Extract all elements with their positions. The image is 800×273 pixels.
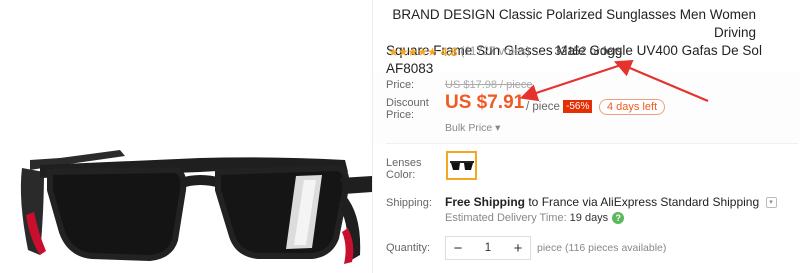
quantity-label: Quantity: [386,242,431,254]
shipping-method[interactable]: Free Shipping to France via AliExpress S… [445,195,777,209]
product-image-panel [0,0,372,273]
price-area: Price: US $17.98 / piece Discount Price:… [373,73,800,143]
quantity-increase-button[interactable]: + [506,240,530,257]
quantity-decrease-button[interactable]: − [446,240,470,257]
days-left-badge: 4 days left [599,99,666,115]
discount-label-line1: Discount [386,97,429,109]
discount-price: US $7.91 [445,92,525,113]
discount-price-label: Discount Price: [386,97,429,121]
lenses-label-line2: Color: [386,169,416,181]
free-shipping-text: Free Shipping [445,195,526,209]
price-label: Price: [386,79,415,91]
rating-votes[interactable]: (11727 votes) [460,46,529,58]
rating-row: ★★★★★ 4.8 (11727 votes) ⌄ 32152 orders [388,45,622,59]
quantity-stepper: − 1 + [445,236,531,260]
rating-score: 4.8 [440,45,458,59]
product-title: BRAND DESIGN Classic Polarized Sunglasse… [386,6,796,78]
lenses-label-line1: Lenses [386,157,422,169]
help-icon[interactable]: ? [612,212,625,224]
quantity-input[interactable]: 1 [470,242,506,254]
rating-stars-icon: ★★★★★ [388,45,438,59]
lenses-color-label: Lenses Color: [386,157,421,181]
bulk-price-dropdown[interactable]: Bulk Price ▾ [445,122,500,134]
pieces-available: piece (116 pieces available) [537,242,667,254]
shipping-dropdown-icon[interactable]: ▾ [765,197,777,209]
product-title-line1: BRAND DESIGN Classic Polarized Sunglasse… [392,7,756,40]
shipping-destination: to France via AliExpress Standard Shippi… [525,195,760,209]
lens-color-swatch[interactable] [446,151,477,180]
delivery-estimate: Estimated Delivery Time: 19 days ? [445,212,625,224]
chevron-down-icon[interactable]: ⌄ [535,47,543,58]
shipping-label: Shipping: [386,197,432,209]
product-info-panel: BRAND DESIGN Classic Polarized Sunglasse… [373,0,800,273]
original-price: US $17.98 / piece [445,79,533,91]
delivery-label: Estimated Delivery Time: [445,212,567,224]
per-piece-label: / piece [526,101,560,113]
delivery-days: 19 days [569,212,609,224]
discount-badge: -56% [563,100,593,113]
orders-count: 32152 orders [554,46,623,58]
discount-label-line2: Price: [386,109,415,121]
sunglasses-thumbnail-icon [449,160,474,170]
product-image [20,150,372,264]
section-divider [386,143,798,144]
